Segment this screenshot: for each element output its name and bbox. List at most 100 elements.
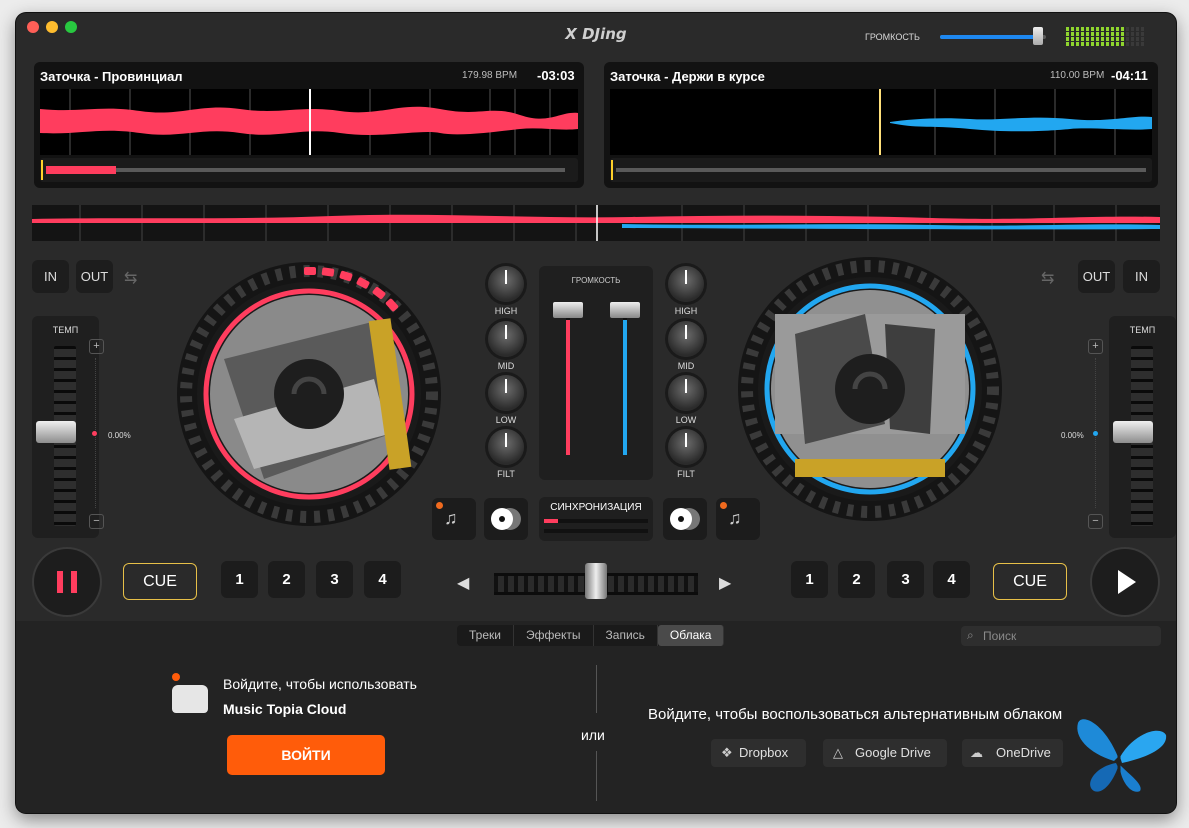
left-hotcue-3[interactable]: 3 xyxy=(316,561,353,598)
left-hotcue-2[interactable]: 2 xyxy=(268,561,305,598)
combined-waveform-overview[interactable] xyxy=(32,205,1160,241)
vu-cell xyxy=(1081,32,1084,36)
vu-cell xyxy=(1116,32,1119,36)
vu-cell xyxy=(1106,42,1109,46)
left-jog-wheel[interactable] xyxy=(174,259,444,529)
left-tempo-knob[interactable] xyxy=(36,421,76,443)
tab-effects[interactable]: Эффекты xyxy=(514,625,594,646)
left-filter-knob[interactable] xyxy=(488,429,524,465)
left-hotcue-1[interactable]: 1 xyxy=(221,561,258,598)
vu-cell xyxy=(1121,37,1124,41)
right-eq-high-knob[interactable] xyxy=(668,266,704,302)
pause-icon xyxy=(57,571,77,593)
search-input[interactable]: Поиск xyxy=(983,629,1016,643)
vu-cell xyxy=(1096,42,1099,46)
master-volume-slider[interactable] xyxy=(940,35,1046,39)
vu-cell xyxy=(1126,42,1129,46)
right-eq-mid-knob[interactable] xyxy=(668,321,704,357)
crossfader-right-arrow-icon[interactable]: ▶ xyxy=(719,573,731,593)
left-eq-low-label: LOW xyxy=(495,415,517,425)
crossfader-left-arrow-icon[interactable]: ◀ xyxy=(457,573,469,593)
left-filter-label: FILT xyxy=(497,469,515,479)
left-waveform[interactable] xyxy=(40,89,578,155)
vu-cell xyxy=(1101,27,1104,31)
left-channel-fader[interactable] xyxy=(566,310,570,455)
right-channel-fader-knob[interactable] xyxy=(610,302,640,318)
combined-waveform-graphic xyxy=(32,205,1160,241)
search-field[interactable]: ⌕ Поиск xyxy=(961,626,1161,646)
tab-tracks[interactable]: Треки xyxy=(457,625,514,646)
vu-cell xyxy=(1136,37,1139,41)
left-track-overview[interactable] xyxy=(40,158,578,182)
vu-cell xyxy=(1096,37,1099,41)
left-hotcue-4[interactable]: 4 xyxy=(364,561,401,598)
right-track-overview[interactable] xyxy=(610,158,1152,182)
left-overview-graphic xyxy=(41,160,565,180)
right-tempo-minus-button[interactable]: − xyxy=(1088,514,1103,529)
vu-cell xyxy=(1081,27,1084,31)
crossfader-knob[interactable] xyxy=(585,563,607,599)
right-deck-waveform-panel: Заточка - Держи в курсе 110.00 BPM -04:1… xyxy=(604,62,1158,188)
vu-cell xyxy=(1126,27,1129,31)
left-loop-out-button[interactable]: OUT xyxy=(76,260,113,293)
left-channel-fader-knob[interactable] xyxy=(553,302,583,318)
left-ai-guitar-button[interactable]: ♫ xyxy=(432,498,476,540)
right-vinyl-mode-button[interactable] xyxy=(663,498,707,540)
music-topia-logo-icon xyxy=(172,673,208,713)
tab-clouds[interactable]: Облака xyxy=(657,625,725,646)
right-cue-button[interactable]: CUE xyxy=(993,563,1067,600)
right-loop-in-button[interactable]: IN xyxy=(1123,260,1160,293)
vu-cell xyxy=(1081,42,1084,46)
right-hotcue-4[interactable]: 4 xyxy=(933,561,970,598)
dropbox-button[interactable]: ❖ Dropbox xyxy=(711,739,806,767)
vu-cell xyxy=(1101,37,1104,41)
sync-panel[interactable]: СИНХРОНИЗАЦИЯ xyxy=(539,497,653,541)
vu-cell xyxy=(1096,27,1099,31)
vu-cell xyxy=(1071,42,1074,46)
right-loop-icon[interactable]: ⇆ xyxy=(1041,268,1054,288)
vu-cell xyxy=(1091,32,1094,36)
vu-cell xyxy=(1141,32,1144,36)
right-eq-mid-label: MID xyxy=(677,361,695,371)
vu-cell xyxy=(1086,27,1089,31)
onedrive-button[interactable]: ☁ OneDrive xyxy=(962,739,1063,767)
google-drive-button[interactable]: △ Google Drive xyxy=(823,739,947,767)
left-eq-high-knob[interactable] xyxy=(488,266,524,302)
master-volume-knob[interactable] xyxy=(1033,27,1043,45)
left-play-pause-button[interactable] xyxy=(34,549,100,615)
right-tempo-plus-button[interactable]: + xyxy=(1088,339,1103,354)
tab-record[interactable]: Запись xyxy=(594,625,658,646)
login-button[interactable]: ВОЙТИ xyxy=(227,735,385,775)
right-loop-out-button[interactable]: OUT xyxy=(1078,260,1115,293)
dropbox-label: Dropbox xyxy=(739,745,789,760)
vu-cell xyxy=(1121,27,1124,31)
right-waveform[interactable] xyxy=(610,89,1152,155)
left-eq-low-knob[interactable] xyxy=(488,375,524,411)
right-eq-low-knob[interactable] xyxy=(668,375,704,411)
left-tempo-label: ТЕМП xyxy=(52,325,79,335)
right-hotcue-1[interactable]: 1 xyxy=(791,561,828,598)
left-loop-in-button[interactable]: IN xyxy=(32,260,69,293)
guitar-ai-icon: ♫ xyxy=(444,508,458,528)
right-hotcue-2[interactable]: 2 xyxy=(838,561,875,598)
right-filter-knob[interactable] xyxy=(668,429,704,465)
left-vinyl-mode-button[interactable] xyxy=(484,498,528,540)
right-play-button[interactable] xyxy=(1092,549,1158,615)
vu-cell xyxy=(1131,32,1134,36)
right-channel-fader[interactable] xyxy=(623,310,627,455)
left-tempo-minus-button[interactable]: − xyxy=(89,514,104,529)
left-loop-icon[interactable]: ⇆ xyxy=(124,268,137,288)
left-eq-mid-knob[interactable] xyxy=(488,321,524,357)
right-tempo-value: 0.00% xyxy=(1061,431,1084,440)
right-hotcue-3[interactable]: 3 xyxy=(887,561,924,598)
left-cue-button[interactable]: CUE xyxy=(123,563,197,600)
left-tempo-value: 0.00% xyxy=(108,431,131,440)
right-tempo-knob[interactable] xyxy=(1113,421,1153,443)
vu-cell xyxy=(1136,27,1139,31)
vu-cell xyxy=(1066,42,1069,46)
left-tempo-plus-button[interactable]: + xyxy=(89,339,104,354)
vu-cell xyxy=(1136,42,1139,46)
vu-cell xyxy=(1116,37,1119,41)
vu-cell xyxy=(1106,37,1109,41)
right-jog-wheel[interactable] xyxy=(735,254,1005,524)
